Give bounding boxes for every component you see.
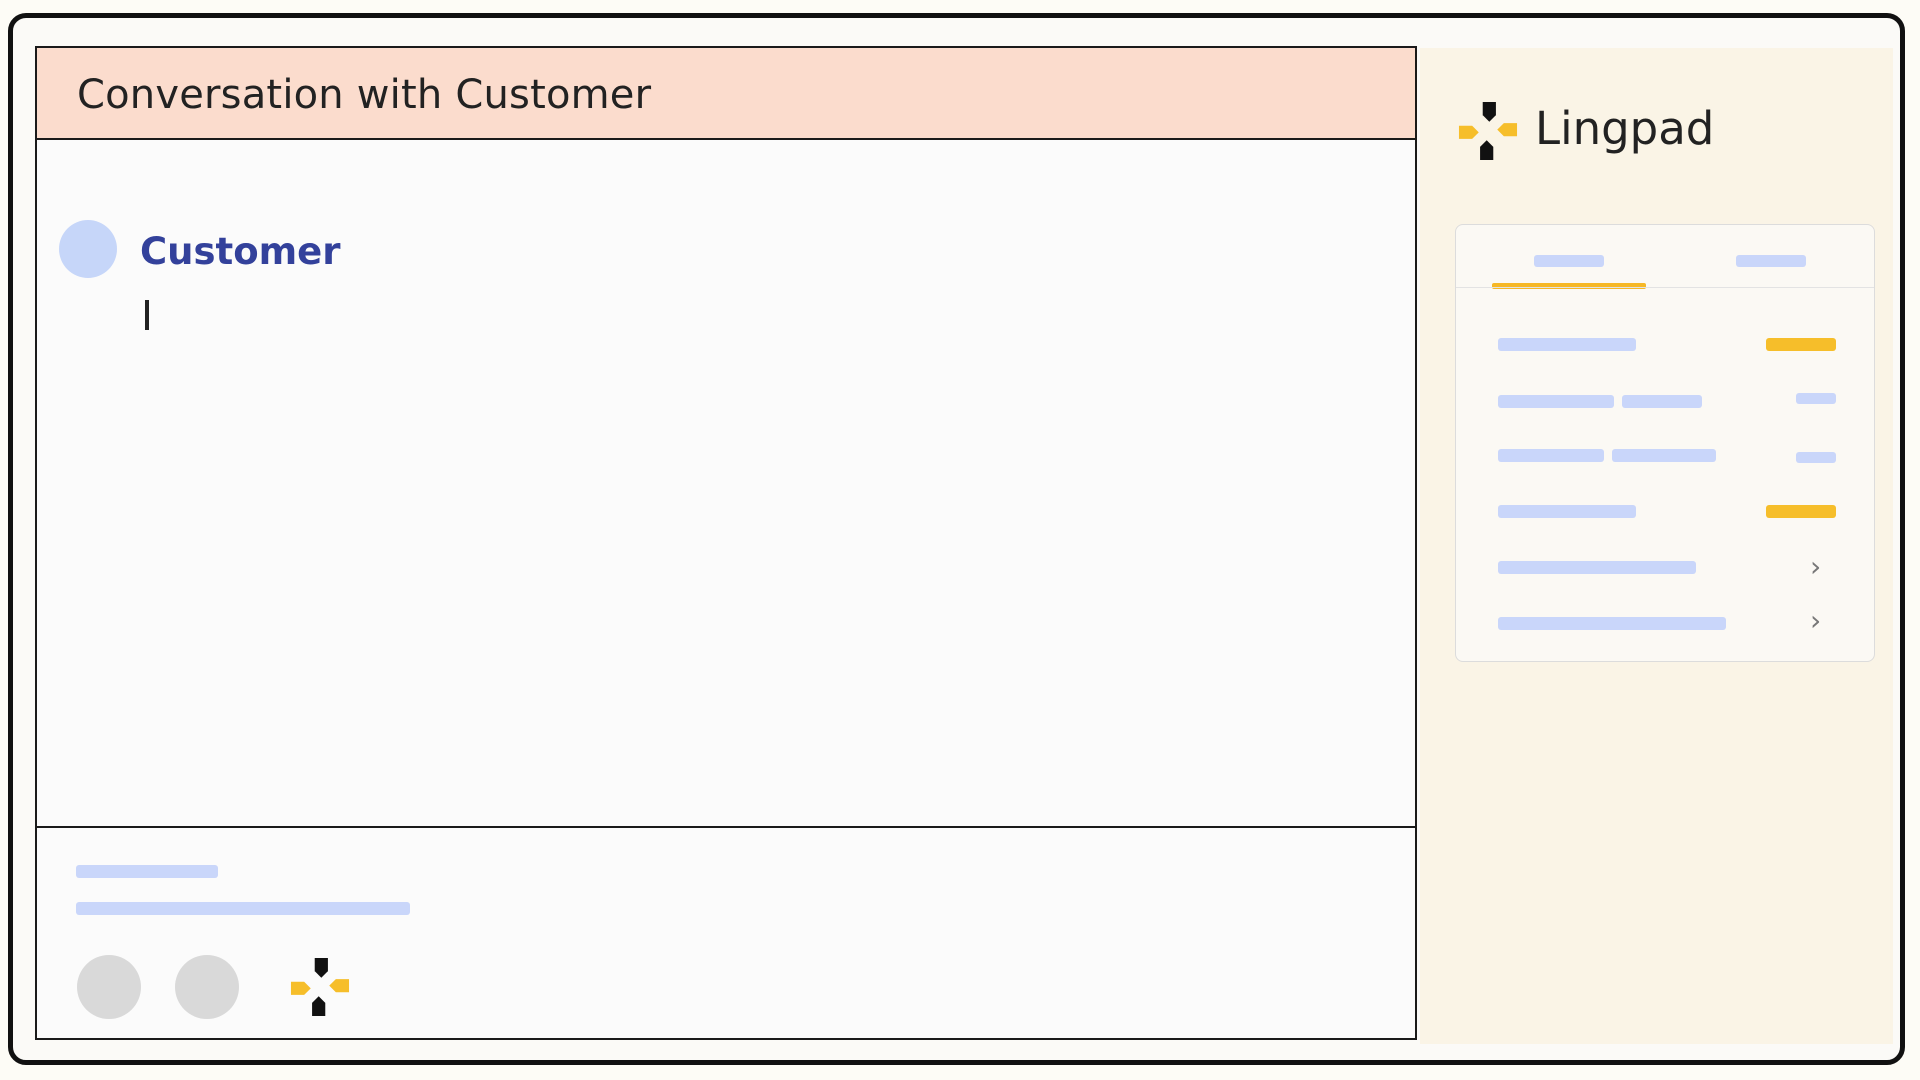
footer-circle-button-2[interactable] bbox=[175, 955, 239, 1019]
brand-name: Lingpad bbox=[1535, 102, 1715, 155]
tab-1[interactable] bbox=[1534, 255, 1604, 267]
text-cursor bbox=[145, 300, 149, 330]
footer-circle-button-1[interactable] bbox=[77, 955, 141, 1019]
tab-divider bbox=[1456, 287, 1874, 288]
list-item-label bbox=[1498, 395, 1614, 408]
list-item-label[interactable] bbox=[1498, 561, 1696, 574]
conversation-panel: Conversation with Customer Customer bbox=[35, 46, 1417, 1040]
list-item-label bbox=[1498, 338, 1636, 351]
lingpad-logo-icon[interactable] bbox=[287, 954, 353, 1020]
conversation-footer bbox=[37, 826, 1415, 1038]
chevron-right-icon[interactable]: › bbox=[1810, 607, 1821, 635]
status-badge bbox=[1766, 338, 1836, 351]
active-tab-indicator bbox=[1492, 283, 1646, 289]
list-item-label-secondary bbox=[1622, 395, 1702, 408]
status-badge bbox=[1796, 393, 1836, 404]
status-badge bbox=[1796, 452, 1836, 463]
footer-skeleton-line-short bbox=[76, 865, 218, 878]
conversation-header: Conversation with Customer bbox=[37, 48, 1415, 140]
list-item-label-secondary bbox=[1612, 449, 1716, 462]
list-item-label[interactable] bbox=[1498, 617, 1726, 630]
list-item-label bbox=[1498, 449, 1604, 462]
footer-skeleton-line-long bbox=[76, 902, 410, 915]
message-sender-name: Customer bbox=[140, 230, 341, 273]
list-item-label bbox=[1498, 505, 1636, 518]
sidebar-card: › › bbox=[1455, 224, 1875, 662]
app-window: Conversation with Customer Customer Ling… bbox=[8, 13, 1905, 1065]
tab-2[interactable] bbox=[1736, 255, 1806, 267]
status-badge bbox=[1766, 505, 1836, 518]
page-title: Conversation with Customer bbox=[77, 72, 652, 118]
sidebar: Lingpad › › bbox=[1420, 48, 1893, 1044]
customer-avatar bbox=[59, 220, 117, 278]
chevron-right-icon[interactable]: › bbox=[1810, 553, 1821, 581]
lingpad-logo-icon bbox=[1458, 101, 1518, 161]
